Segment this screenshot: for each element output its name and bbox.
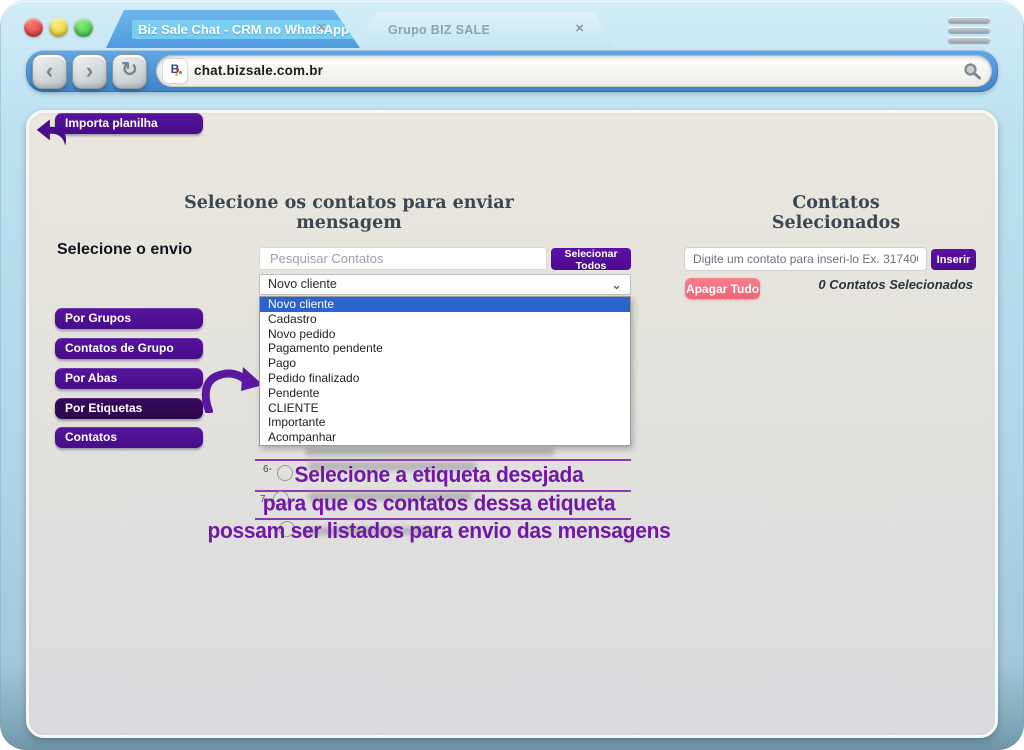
browser-window: Biz Sale Chat - CRM no WhatsApp × Grupo … bbox=[0, 0, 1024, 750]
sidebar-item[interactable]: Por Abas bbox=[55, 368, 203, 389]
dropdown-option[interactable]: Pagamento pendente bbox=[260, 341, 630, 356]
forward-button[interactable]: › bbox=[72, 54, 107, 89]
search-contacts-input[interactable] bbox=[259, 247, 547, 270]
close-tab-icon[interactable]: × bbox=[317, 19, 326, 36]
dropdown-option[interactable]: Acompanhar bbox=[260, 430, 630, 445]
dropdown-option[interactable]: Pago bbox=[260, 356, 630, 371]
select-all-button[interactable]: Selecionar Todos bbox=[551, 248, 631, 270]
label-dropdown-list: Novo cliente Cadastro Novo pedido Pagame… bbox=[259, 296, 631, 446]
url-text: chat.bizsale.com.br bbox=[194, 63, 323, 78]
sidebar-item[interactable]: Importa planilha bbox=[55, 113, 203, 134]
instruction-line: possam ser listados para envio das mensa… bbox=[139, 518, 739, 546]
insert-button[interactable]: Inserir bbox=[931, 249, 976, 270]
instruction-line: para que os contatos dessa etiqueta bbox=[139, 490, 739, 518]
site-favicon: B bbox=[163, 59, 187, 83]
selected-count-label: 0 Contatos Selecionados bbox=[818, 277, 973, 292]
dropdown-option[interactable]: Novo cliente bbox=[260, 297, 630, 312]
dropdown-option[interactable]: Pedido finalizado bbox=[260, 371, 630, 386]
selected-contacts-title: Contatos Selecionados bbox=[731, 193, 941, 233]
dropdown-option[interactable]: Importante bbox=[260, 415, 630, 430]
sidebar-title: Selecione o envio bbox=[57, 241, 192, 259]
close-tab-icon[interactable]: × bbox=[575, 20, 584, 37]
dropdown-option[interactable]: Cadastro bbox=[260, 312, 630, 327]
page-content: Selecione os contatos para enviar mensag… bbox=[26, 110, 998, 738]
search-icon[interactable] bbox=[962, 61, 982, 81]
pointer-arrow-icon bbox=[199, 361, 265, 413]
tab-grupo-biz-sale[interactable]: Grupo BIZ SALE × bbox=[352, 12, 614, 48]
clear-all-button[interactable]: Apagar Tudo bbox=[685, 278, 760, 299]
label-select[interactable]: Novo cliente ⌄ bbox=[259, 274, 631, 295]
dropdown-option[interactable]: Novo pedido bbox=[260, 327, 630, 342]
instruction-overlay: Selecione a etiqueta desejada para que o… bbox=[139, 462, 739, 546]
back-button[interactable]: ‹ bbox=[32, 54, 67, 89]
maximize-window-button[interactable] bbox=[74, 18, 93, 37]
sidebar-item[interactable]: Contatos bbox=[55, 427, 203, 448]
chevron-down-icon: ⌄ bbox=[611, 275, 622, 294]
page-title: Selecione os contatos para enviar mensag… bbox=[179, 193, 519, 233]
tab-title: Grupo BIZ SALE bbox=[388, 23, 490, 37]
tab-biz-sale-chat[interactable]: Biz Sale Chat - CRM no WhatsApp × bbox=[106, 10, 360, 48]
dropdown-option[interactable]: Pendente bbox=[260, 386, 630, 401]
reload-button[interactable]: ↻ bbox=[112, 54, 147, 89]
close-window-button[interactable] bbox=[24, 18, 43, 37]
sidebar-item[interactable]: Contatos de Grupo bbox=[55, 338, 203, 359]
label-select-value: Novo cliente bbox=[268, 277, 337, 291]
minimize-window-button[interactable] bbox=[49, 18, 68, 37]
redacted-contact-text bbox=[305, 448, 555, 456]
insert-contact-input[interactable] bbox=[684, 247, 927, 271]
sidebar-item[interactable]: Por Etiquetas bbox=[55, 398, 203, 419]
instruction-line: Selecione a etiqueta desejada bbox=[139, 462, 739, 490]
navigation-bar: ‹ › ↻ B chat.bizsale.com.br bbox=[26, 50, 998, 92]
sidebar-item[interactable]: Por Grupos bbox=[55, 308, 203, 329]
dropdown-option[interactable]: CLIENTE bbox=[260, 401, 630, 416]
hamburger-menu-icon[interactable] bbox=[948, 17, 990, 45]
address-bar[interactable]: B chat.bizsale.com.br bbox=[156, 55, 992, 87]
